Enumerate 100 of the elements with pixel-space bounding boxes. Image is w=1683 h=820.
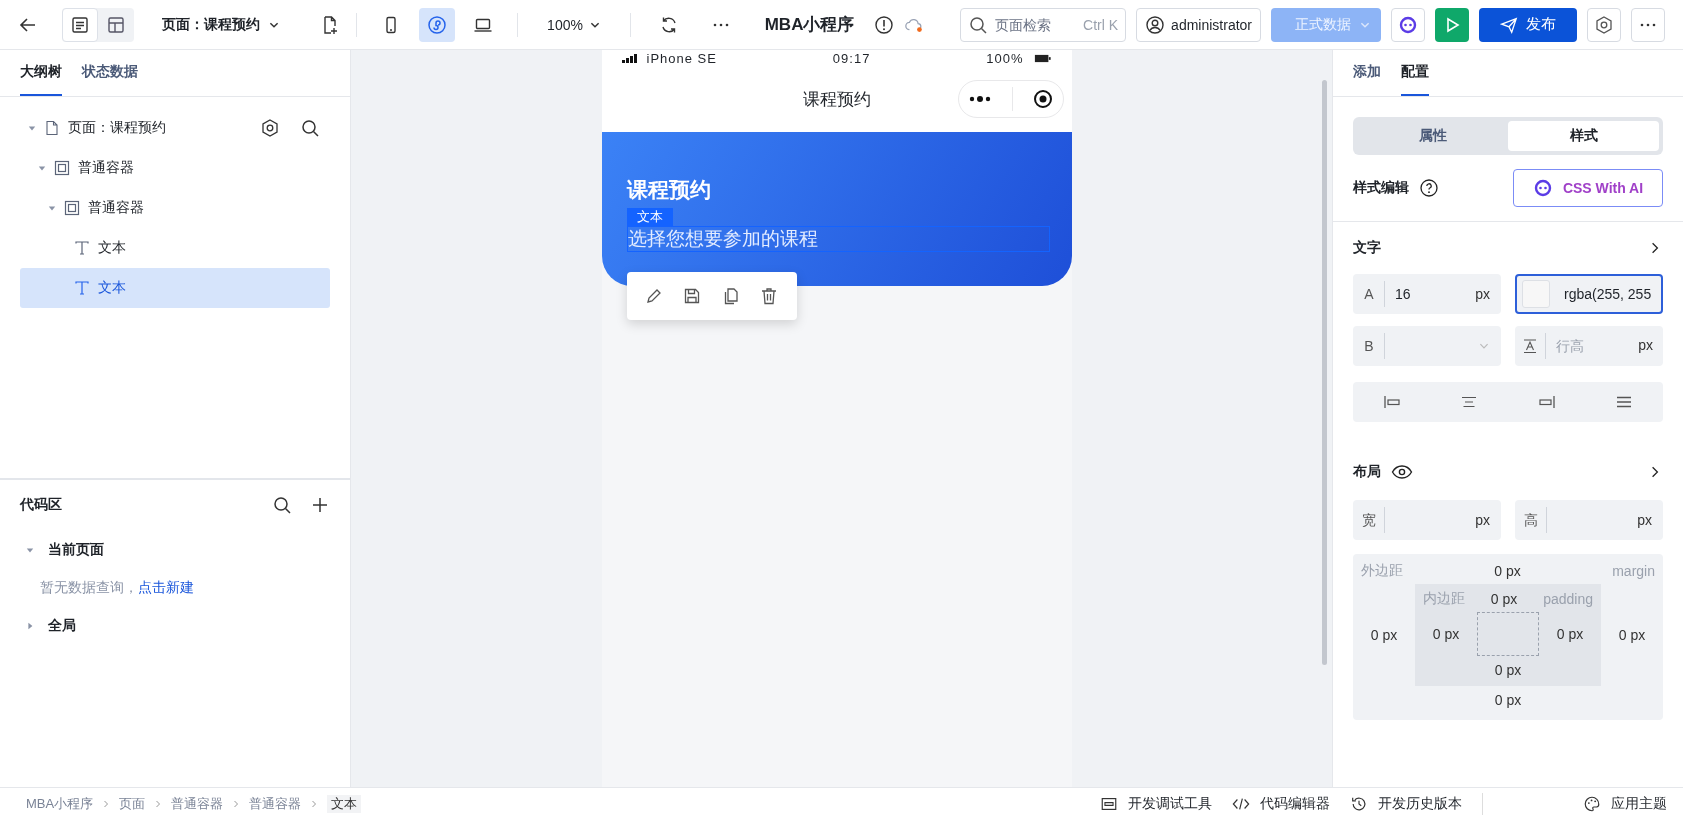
- container-icon: [54, 160, 70, 176]
- breadcrumb[interactable]: 普通容器: [171, 795, 224, 813]
- zoom-selector[interactable]: 100%: [534, 16, 614, 33]
- layout-icon: [106, 14, 126, 35]
- margin-label: 外边距: [1361, 562, 1403, 580]
- target-icon: [1032, 89, 1053, 109]
- caret-icon[interactable]: [48, 204, 56, 212]
- section-title: 代码区: [20, 496, 63, 514]
- unit-label: px: [1638, 337, 1653, 353]
- battery-level: 100%: [986, 50, 1024, 66]
- content-box: [1477, 612, 1539, 656]
- width-field[interactable]: 宽 px: [1353, 500, 1501, 540]
- view-mode-button[interactable]: [62, 7, 98, 42]
- palette-icon: [1583, 795, 1601, 813]
- settings-icon: [1594, 14, 1614, 35]
- page-selector[interactable]: 页面：课程预约: [162, 15, 280, 34]
- more-icon: [1640, 22, 1656, 27]
- breadcrumb[interactable]: 普通容器: [249, 795, 302, 813]
- shortcut-hint: Ctrl K: [1083, 16, 1119, 33]
- history-icon: [1350, 795, 1368, 813]
- search-icon: [968, 14, 989, 35]
- caret-icon[interactable]: [28, 124, 36, 132]
- publish-button[interactable]: 发布: [1479, 7, 1577, 42]
- margin-caption: margin: [1612, 563, 1655, 579]
- text-icon: [74, 240, 90, 256]
- padding-bottom-value[interactable]: 0 px: [1494, 662, 1522, 678]
- breadcrumb[interactable]: 页面: [119, 795, 146, 813]
- battery-icon: [1033, 52, 1052, 64]
- add-icon[interactable]: [310, 495, 330, 515]
- text-icon: [74, 280, 90, 296]
- segment-tab[interactable]: 样式: [1508, 121, 1659, 151]
- empty-message: 暂无数据查询，: [40, 579, 138, 597]
- font-size-field[interactable]: A 16 px: [1353, 274, 1501, 314]
- more-icon[interactable]: [713, 22, 729, 27]
- caret-icon: [26, 546, 34, 554]
- selection-tag: 文本: [626, 208, 673, 226]
- color-swatch[interactable]: [1522, 280, 1550, 308]
- section-title: 布局: [1353, 463, 1381, 481]
- breadcrumb[interactable]: MBA小程序: [26, 795, 94, 813]
- device-name: iPhone SE: [646, 50, 717, 66]
- help-icon[interactable]: [1419, 178, 1439, 198]
- font-weight-select[interactable]: B: [1353, 326, 1501, 366]
- padding-top-value[interactable]: 0 px: [1490, 591, 1518, 607]
- list-icon: [70, 14, 90, 35]
- info-icon[interactable]: [874, 14, 895, 35]
- caret-icon: [26, 622, 34, 630]
- margin-bottom-value[interactable]: 0 px: [1494, 692, 1522, 708]
- line-height-icon: [1522, 338, 1538, 354]
- padding-label: 内边距: [1423, 590, 1465, 608]
- run-button[interactable]: [1435, 7, 1469, 42]
- more-icon: [968, 94, 993, 104]
- tree-item[interactable]: 普通容器: [20, 188, 330, 228]
- panel-tab[interactable]: 大纲树: [20, 50, 62, 96]
- section-title: 文字: [1353, 239, 1381, 257]
- container-icon: [64, 200, 80, 216]
- panel-tab[interactable]: 状态数据: [82, 50, 138, 96]
- app-title: MBA小程序: [764, 14, 855, 36]
- status-tool-button[interactable]: 开发调试工具: [1100, 795, 1212, 813]
- panel-tab[interactable]: 配置: [1401, 50, 1429, 96]
- status-tool-button[interactable]: 应用主题: [1583, 795, 1667, 813]
- margin-right-value[interactable]: 0 px: [1609, 627, 1655, 643]
- breadcrumb[interactable]: 文本: [327, 795, 362, 813]
- document-icon: [44, 120, 60, 136]
- padding-left-value[interactable]: 0 px: [1423, 626, 1469, 642]
- user-icon: [1145, 14, 1166, 35]
- segment-tab[interactable]: 属性: [1357, 121, 1508, 151]
- eye-icon[interactable]: [1391, 464, 1413, 480]
- tree-item[interactable]: 页面：课程预约: [20, 108, 330, 148]
- code-group[interactable]: 当前页面: [20, 530, 330, 570]
- user-button[interactable]: administrator: [1136, 7, 1261, 42]
- hero-subtitle[interactable]: 选择您想要参加的课程: [626, 226, 1050, 252]
- ai-assistant-button[interactable]: [1391, 7, 1425, 42]
- padding-caption: padding: [1543, 591, 1593, 607]
- code-group[interactable]: 全局: [20, 606, 330, 646]
- css-ai-button[interactable]: CSS With AI: [1513, 169, 1663, 207]
- tree-item[interactable]: 普通容器: [20, 148, 330, 188]
- margin-top-value[interactable]: 0 px: [1494, 563, 1521, 579]
- signal-icon: [621, 53, 637, 63]
- status-tool-button[interactable]: 开发历史版本: [1350, 795, 1462, 813]
- hero-title[interactable]: 课程预约: [626, 176, 711, 204]
- status-tool-button[interactable]: 代码编辑器: [1232, 795, 1330, 813]
- page-title: 课程预约: [802, 88, 871, 111]
- caret-icon[interactable]: [38, 164, 46, 172]
- settings-button[interactable]: [1587, 7, 1621, 42]
- search-icon[interactable]: [272, 495, 292, 515]
- tree-item[interactable]: 文本: [20, 268, 330, 308]
- robot-icon: [1398, 14, 1418, 35]
- padding-right-value[interactable]: 0 px: [1547, 626, 1593, 642]
- panel-tab[interactable]: 添加: [1353, 50, 1381, 96]
- robot-icon: [1532, 178, 1553, 198]
- color-field[interactable]: rgba(255, 255: [1515, 274, 1663, 314]
- section-label: 样式编辑: [1353, 179, 1409, 197]
- window-icon: [1100, 795, 1118, 813]
- margin-left-value[interactable]: 0 px: [1361, 627, 1407, 643]
- tree-item[interactable]: 文本: [20, 228, 330, 268]
- send-icon: [1500, 15, 1518, 34]
- settings-icon[interactable]: [260, 118, 280, 138]
- height-field[interactable]: 高 px: [1515, 500, 1663, 540]
- search-icon[interactable]: [300, 118, 320, 138]
- create-link[interactable]: 点击新建: [138, 579, 194, 597]
